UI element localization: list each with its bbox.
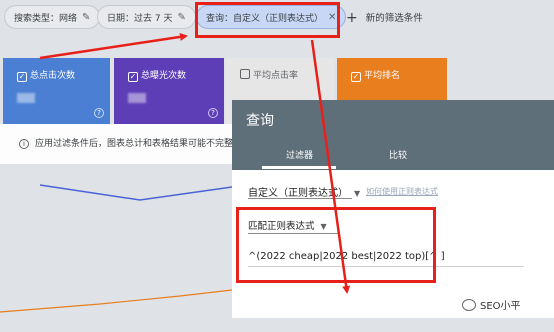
arrow-left (39, 32, 188, 60)
annotation-arrows (39, 32, 351, 294)
watermark: SEO小平 (462, 297, 521, 312)
arrow-down (310, 39, 351, 294)
watermark-text: SEO小平 (480, 301, 521, 312)
wechat-icon (462, 299, 476, 311)
